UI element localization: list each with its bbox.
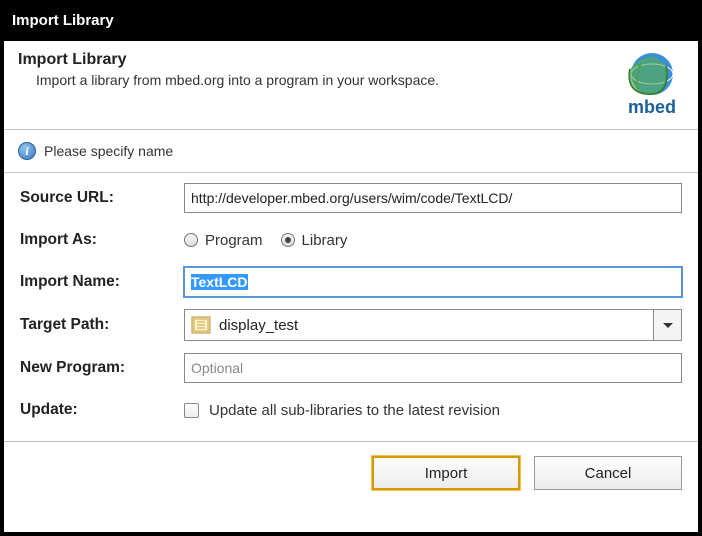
label-import-name: Import Name:: [20, 273, 184, 291]
label-import-as: Import As:: [20, 231, 184, 249]
dialog-content: Import Library Import a library from mbe…: [4, 41, 698, 532]
info-bar: i Please specify name: [4, 130, 698, 172]
cancel-button[interactable]: Cancel: [534, 456, 682, 490]
row-import-name: Import Name: TextLCD: [20, 267, 682, 297]
target-path-dropdown[interactable]: display_test: [184, 309, 682, 341]
row-source-url: Source URL:: [20, 183, 682, 213]
label-update: Update:: [20, 401, 184, 419]
form: Source URL: Import As: Program Library: [4, 173, 698, 441]
radio-label-library: Library: [302, 232, 348, 249]
header-text: Import Library Import a library from mbe…: [18, 51, 608, 91]
info-icon: i: [18, 142, 36, 160]
dialog-header: Import Library Import a library from mbe…: [4, 41, 698, 129]
dialog-window: Import Library Import Library Import a l…: [4, 4, 698, 532]
target-path-value: display_test: [219, 317, 298, 334]
dropdown-body: display_test: [185, 310, 653, 340]
mbed-logo: mbed: [620, 51, 684, 117]
row-update: Update: Update all sub-libraries to the …: [20, 395, 682, 425]
radio-library[interactable]: Library: [281, 232, 348, 249]
header-description: Import a library from mbed.org into a pr…: [18, 71, 458, 91]
dropdown-toggle[interactable]: [653, 310, 681, 340]
new-program-input[interactable]: [184, 353, 682, 383]
info-message: Please specify name: [44, 143, 173, 159]
row-target-path: Target Path: display_test: [20, 309, 682, 341]
update-checkbox-label: Update all sub-libraries to the latest r…: [209, 402, 500, 419]
row-new-program: New Program:: [20, 353, 682, 383]
chevron-down-icon: [663, 323, 673, 328]
import-name-input[interactable]: TextLCD: [184, 267, 682, 297]
svg-text:mbed: mbed: [628, 97, 676, 117]
folder-icon: [191, 316, 211, 334]
label-new-program: New Program:: [20, 359, 184, 377]
dialog-footer: Import Cancel: [4, 441, 698, 504]
radio-label-program: Program: [205, 232, 263, 249]
source-url-input[interactable]: [184, 183, 682, 213]
import-button[interactable]: Import: [372, 456, 520, 490]
update-checkbox[interactable]: [184, 403, 199, 418]
row-import-as: Import As: Program Library: [20, 225, 682, 255]
selected-text: TextLCD: [191, 274, 248, 290]
header-title: Import Library: [18, 51, 608, 69]
label-source-url: Source URL:: [20, 189, 184, 207]
radio-icon: [281, 233, 295, 247]
radio-icon: [184, 233, 198, 247]
radio-program[interactable]: Program: [184, 232, 263, 249]
titlebar[interactable]: Import Library: [4, 4, 698, 41]
label-target-path: Target Path:: [20, 316, 184, 334]
